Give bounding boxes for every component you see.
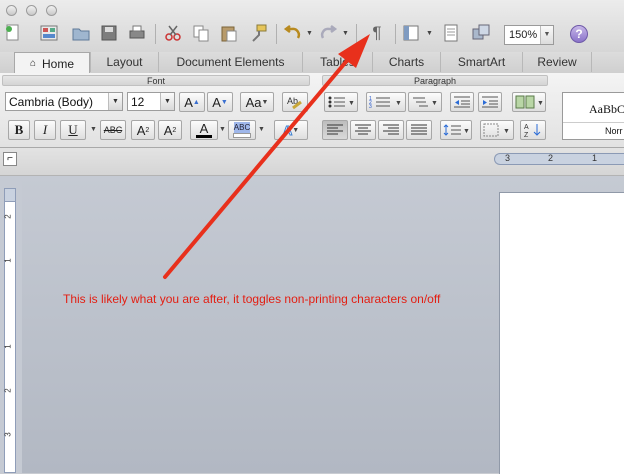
annotation-arrow — [163, 34, 370, 279]
annotation-text: This is likely what you are after, it to… — [63, 292, 441, 306]
